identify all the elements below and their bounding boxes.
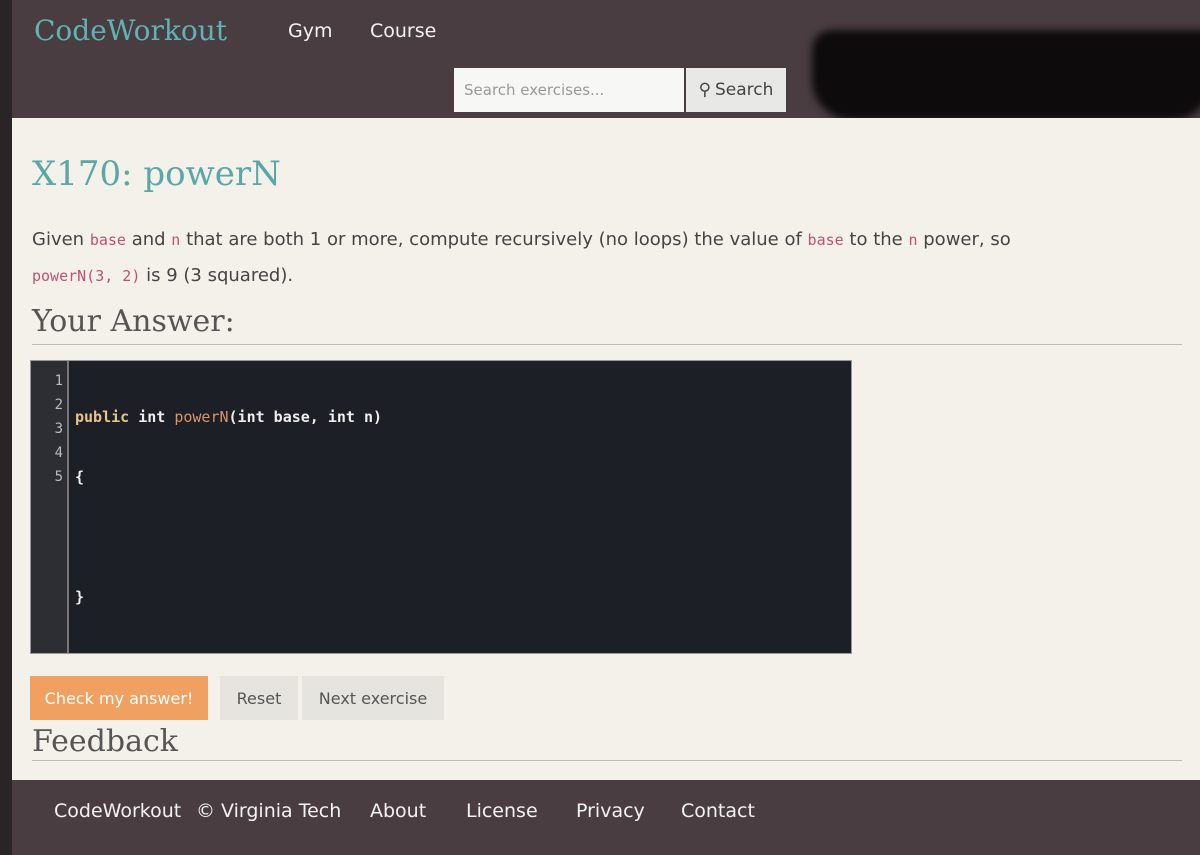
desc-text: to the [849, 229, 903, 250]
line-numbers: 1 2 3 4 5 [31, 361, 69, 653]
main-content: X170: powerN Given base and n that are b… [12, 118, 1200, 780]
desc-code: powerN(3, 2) [32, 267, 141, 285]
footer-license[interactable]: License [466, 800, 538, 822]
code-line-4: } [75, 588, 85, 606]
footer: CodeWorkout © Virginia Tech About Licens… [12, 780, 1200, 855]
code-editor[interactable]: 1 2 3 4 5 public int powerN(int base, in… [30, 360, 852, 654]
next-exercise-button[interactable]: Next exercise [302, 676, 444, 720]
line-number: 2 [54, 397, 63, 413]
desc-text: is 9 (3 squared). [146, 265, 294, 286]
search-icon: ⚲ [698, 80, 712, 100]
line-number: 4 [54, 445, 63, 461]
line-number: 5 [54, 469, 63, 485]
desc-text: that are both 1 or more, compute recursi… [186, 229, 802, 250]
footer-about[interactable]: About [370, 800, 426, 822]
code-keyword: int [138, 408, 166, 426]
footer-copyright: © Virginia Tech [196, 800, 342, 822]
search-placeholder: Search exercises... [464, 81, 605, 99]
desc-code: base [89, 231, 126, 249]
reset-button[interactable]: Reset [220, 676, 298, 720]
desc-code: base [807, 231, 844, 249]
search-button-label: Search [715, 80, 774, 100]
divider [32, 760, 1182, 761]
answer-heading: Your Answer: [32, 304, 235, 339]
code-keyword: public [75, 408, 130, 426]
divider [32, 344, 1182, 345]
exercise-description: Given base and n that are both 1 or more… [32, 222, 1172, 294]
code-line-1: public int powerN(int base, int n) [75, 405, 386, 429]
desc-text: power, so [923, 229, 1011, 250]
code-function: powerN [174, 408, 229, 426]
navbar: CodeWorkout Gym Course Search exercises.… [12, 0, 1200, 120]
page-title: X170: powerN [32, 154, 281, 194]
footer-brand[interactable]: CodeWorkout [54, 800, 181, 822]
desc-code: n [908, 231, 918, 249]
desc-code: n [171, 231, 181, 249]
search-button[interactable]: ⚲ Search [686, 68, 786, 112]
nav-gym[interactable]: Gym [288, 20, 332, 42]
check-answer-button[interactable]: Check my answer! [30, 676, 208, 720]
desc-text: and [131, 229, 166, 250]
nav-course[interactable]: Course [370, 20, 436, 42]
brand-logo[interactable]: CodeWorkout [34, 14, 227, 47]
line-number: 1 [54, 373, 63, 389]
desc-text: Given [32, 229, 85, 250]
line-number: 3 [54, 421, 63, 437]
feedback-heading: Feedback [32, 724, 178, 759]
code-params: (int base, int n) [228, 408, 383, 426]
code-line-2: { [75, 468, 85, 486]
footer-privacy[interactable]: Privacy [576, 800, 645, 822]
search-input[interactable]: Search exercises... [454, 68, 684, 112]
redacted-user-email [812, 30, 1200, 120]
code-lines[interactable]: public int powerN(int base, int n) { } [69, 361, 386, 653]
footer-contact[interactable]: Contact [681, 800, 755, 822]
